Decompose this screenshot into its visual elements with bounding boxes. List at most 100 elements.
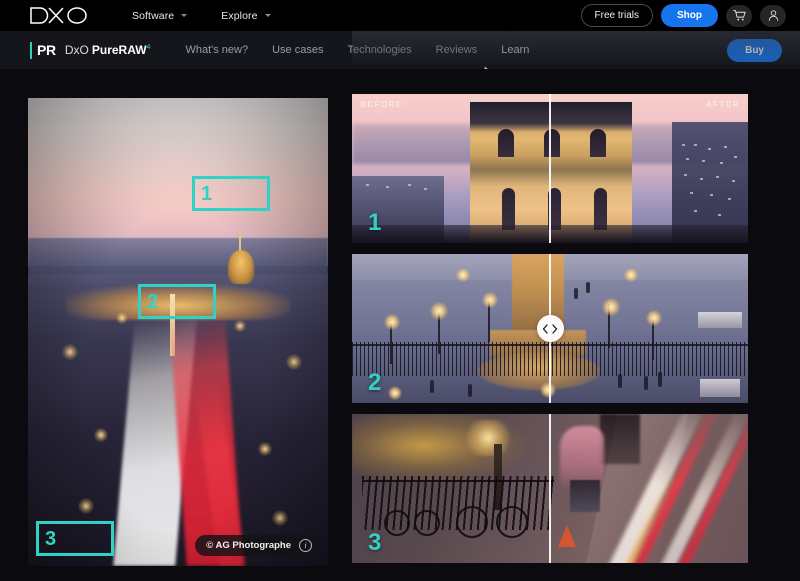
- panel3-fence-rail: [362, 480, 554, 482]
- panel1-window: [708, 148, 711, 150]
- panel1-window: [702, 160, 705, 162]
- panel1-arch: [498, 129, 514, 157]
- panel1-window: [682, 144, 685, 146]
- prodnav-item-technologies[interactable]: Technologies: [346, 41, 412, 59]
- comparison-panel-2[interactable]: 2: [352, 254, 748, 403]
- panel1-window: [686, 158, 689, 160]
- panel2-street-lamp: [482, 292, 498, 308]
- nav-item-explore[interactable]: Explore: [221, 9, 271, 22]
- overview-dome: [228, 250, 254, 284]
- panel2-pedestrian: [574, 288, 578, 299]
- prodnav-item-learn[interactable]: Learn: [500, 41, 530, 59]
- panel2-street-lamp: [430, 302, 448, 320]
- panel-number-3: 3: [368, 529, 382, 556]
- prodnav-item-reviews[interactable]: Reviews: [435, 41, 479, 59]
- comparison-divider[interactable]: [549, 414, 551, 563]
- product-name-label: PureRAW: [91, 43, 147, 57]
- main-content: 1 2 3 © AG Photographe i BEFORE AFTER 1 …: [0, 69, 800, 581]
- panel3-bicycle: [456, 500, 530, 538]
- panel1-window: [366, 184, 369, 186]
- panel1-window: [732, 180, 735, 182]
- nav-item-explore-label: Explore: [221, 9, 258, 22]
- primary-nav: Software Explore: [132, 10, 271, 22]
- overview-photo[interactable]: 1 2 3 © AG Photographe i: [28, 98, 328, 566]
- panel1-column: [502, 188, 515, 230]
- top-actions: Free trials Shop: [580, 0, 786, 31]
- panel2-pedestrian: [468, 384, 472, 397]
- panel3-bicycle-wheel: [384, 510, 410, 536]
- comparison-panel-1[interactable]: BEFORE AFTER 1: [352, 94, 748, 243]
- nav-item-software[interactable]: Software: [132, 9, 188, 22]
- panel1-window: [716, 176, 719, 178]
- panel1-column: [594, 188, 607, 230]
- panel3-bicycle-wheel: [456, 506, 488, 538]
- product-version-label: 4: [146, 44, 151, 51]
- free-trials-button[interactable]: Free trials: [580, 4, 653, 27]
- panel1-window: [694, 210, 697, 212]
- panel2-street-lamp: [624, 268, 638, 282]
- product-navigation-bar: PR DxO PureRAW 4 What's new? Use cases T…: [0, 31, 800, 69]
- panel2-pedestrian: [644, 376, 648, 390]
- panel2-street-lamp: [540, 382, 556, 398]
- product-nav: What's new? Use cases Technologies Revie…: [184, 41, 530, 59]
- overview-lit-buildings: [66, 284, 290, 320]
- panel1-window: [690, 192, 693, 194]
- panel1-tower-roof: [470, 102, 632, 132]
- nav-item-software-label: Software: [132, 9, 175, 22]
- panel1-window: [710, 194, 713, 196]
- panel1-window: [386, 186, 389, 188]
- panel-number-1: 1: [368, 209, 382, 236]
- slider-left-right-arrows-icon: [542, 323, 558, 334]
- panel2-street-lamp: [384, 314, 400, 330]
- panel1-window: [734, 156, 737, 158]
- before-label: BEFORE: [360, 99, 403, 109]
- panel-number-2: 2: [368, 369, 382, 396]
- panel2-pedestrian: [586, 282, 590, 293]
- panel3-fairy-lights: [460, 420, 516, 456]
- comparison-panels: BEFORE AFTER 1 2 3: [352, 94, 748, 564]
- cart-button[interactable]: [726, 4, 752, 27]
- panel1-window: [700, 178, 703, 180]
- panel3-traffic-cone: [558, 525, 576, 547]
- shop-button[interactable]: Shop: [661, 4, 718, 27]
- prodnav-item-use-cases[interactable]: Use cases: [271, 41, 324, 59]
- panel1-window: [694, 144, 697, 146]
- buy-button[interactable]: Buy: [727, 39, 782, 62]
- account-button[interactable]: [760, 4, 786, 27]
- prodnav-item-whats-new[interactable]: What's new?: [184, 41, 249, 59]
- after-label: AFTER: [705, 99, 740, 109]
- photo-credit-pill[interactable]: © AG Photographe i: [195, 535, 318, 556]
- panel2-street-lamp: [646, 310, 662, 326]
- comparison-divider[interactable]: [549, 94, 551, 243]
- panel3-dark-figure: [600, 414, 640, 464]
- panel2-street-lamp: [602, 298, 620, 316]
- panel2-pedestrian: [618, 374, 622, 388]
- shopping-cart-icon: [732, 10, 746, 21]
- panel1-window: [424, 188, 427, 190]
- panel1-window: [408, 184, 411, 186]
- panel1-window: [728, 198, 731, 200]
- panel3-bicycle-wheel: [414, 510, 440, 536]
- panel1-arch: [544, 129, 560, 157]
- panel2-pedestrian: [430, 380, 434, 393]
- dxo-wordmark-icon[interactable]: [30, 7, 88, 25]
- panel1-window: [724, 146, 727, 148]
- user-account-icon: [768, 10, 778, 21]
- product-title[interactable]: DxO PureRAW 4: [65, 43, 151, 57]
- info-circle-icon[interactable]: i: [299, 539, 312, 552]
- panel2-pedestrian: [658, 372, 662, 387]
- chevron-down-icon: [264, 14, 271, 17]
- comparison-slider-handle[interactable]: [536, 315, 564, 342]
- panel1-window: [718, 214, 721, 216]
- top-navigation-bar: Software Explore Free trials Shop: [0, 0, 800, 31]
- panel3-bicycle-wheel: [496, 506, 528, 538]
- product-brand-prefix: DxO: [64, 43, 89, 57]
- badge-label: PR: [37, 42, 56, 58]
- panel3-pedestrian-legs: [570, 480, 600, 512]
- photo-credit-label: © AG Photographe: [206, 540, 291, 551]
- panel2-vehicle: [700, 379, 740, 397]
- panel1-arch: [590, 129, 606, 157]
- panel1-window: [720, 162, 723, 164]
- purerraw-badge-icon[interactable]: PR: [30, 41, 56, 59]
- comparison-panel-3[interactable]: 3: [352, 414, 748, 563]
